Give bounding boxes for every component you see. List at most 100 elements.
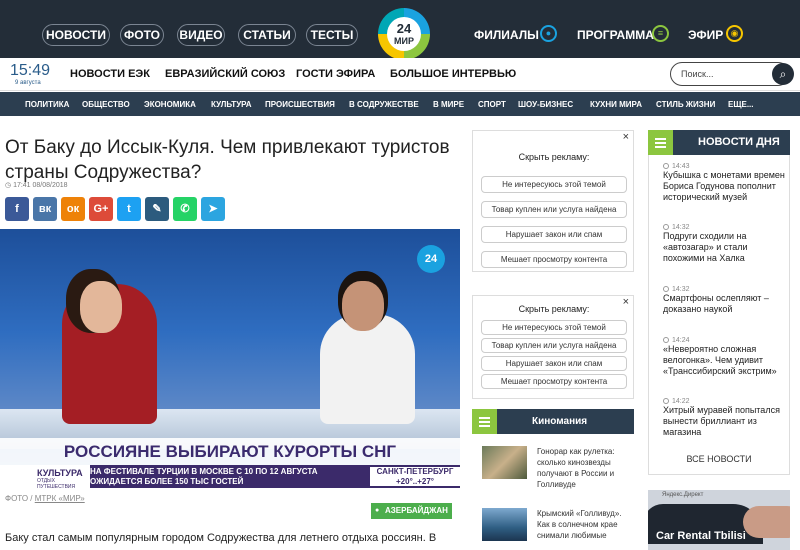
clock-icon (663, 337, 669, 344)
nav-video[interactable]: ВИДЕО (177, 24, 225, 46)
ad-option-not-interested[interactable]: Не интересуюсь этой темой (481, 320, 627, 335)
ad-option-spam[interactable]: Нарушает закон или спам (481, 226, 627, 243)
ad-feedback-panel: × Скрыть рекламу: Не интересуюсь этой те… (472, 130, 634, 272)
kinomania-header[interactable]: Киномания (472, 409, 634, 434)
cat-politics[interactable]: ПОЛИТИКА (25, 100, 69, 109)
cat-incidents[interactable]: ПРОИСШЕСТВИЯ (265, 100, 335, 109)
news-text: Подруги сходили на «автозагар» и стали п… (663, 231, 748, 263)
news-text: Хитрый муравей попытался вынести бриллиа… (663, 405, 780, 437)
nav-eurasian-union[interactable]: ЕВРАЗИЙСКИЙ СОЮЗ (165, 68, 285, 80)
livejournal-icon[interactable]: ✎ (145, 197, 169, 221)
news-item[interactable]: 14:32 Смартфоны ослепляют – доказано наук… (663, 286, 785, 315)
ad-option-not-interested[interactable]: Не интересуюсь этой темой (481, 176, 627, 193)
photo-source-link[interactable]: МТРК «МИР» (35, 494, 85, 503)
odnoklassniki-icon[interactable]: ок (61, 197, 85, 221)
cat-society[interactable]: ОБЩЕСТВО (82, 100, 130, 109)
google-plus-icon[interactable]: G+ (89, 197, 113, 221)
ticker-section: КУЛЬТУРА ОТДЫХ ПУТЕШЕСТВИЯ (0, 465, 90, 488)
logo-number: 24 (396, 21, 412, 36)
news-time: 14:43 (672, 163, 690, 170)
all-news-link[interactable]: ВСЕ НОВОСТИ (648, 454, 790, 464)
country-tag-label: АЗЕРБАЙДЖАН (385, 506, 448, 515)
news-time: 14:32 (672, 224, 690, 231)
channel-logo: 24 (417, 245, 445, 273)
program-link[interactable]: ПРОГРАММА (577, 28, 654, 42)
live-link[interactable]: ЭФИР (688, 28, 723, 42)
location-icon: ● (375, 507, 380, 514)
broadcast-icon: ◉ (726, 25, 743, 42)
news-item[interactable]: 14:22 Хитрый муравей попытался вынести бр… (663, 398, 785, 438)
clock-icon (663, 286, 669, 293)
article-video[interactable]: 24 РОССИЯНЕ ВЫБИРАЮТ КУРОРТЫ СНГ КУЛЬТУР… (0, 229, 460, 488)
location-pin-icon: ● (540, 25, 557, 42)
cat-more[interactable]: ЕЩЕ... (728, 100, 754, 109)
news-item[interactable]: 14:24 «Невероятно сложная велогонка». Чем… (663, 337, 785, 377)
nav-big-interview[interactable]: БОЛЬШОЕ ИНТЕРВЬЮ (390, 68, 516, 80)
ad-feedback-title: Скрыть рекламу: (518, 304, 590, 314)
article-meta: ◷ 17:41 08/08/2018 (5, 181, 68, 189)
presenter-head (80, 281, 122, 333)
news-text: Смартфоны ослепляют – доказано наукой (663, 293, 769, 314)
news-of-day-title: НОВОСТИ ДНЯ (698, 136, 780, 148)
menu-icon (472, 409, 497, 434)
guest-head (342, 281, 384, 331)
ad-option-bought[interactable]: Товар куплен или услуга найдена (481, 201, 627, 218)
news-item[interactable]: 14:32 Подруги сходили на «автозагар» и ст… (663, 224, 785, 264)
cat-economy[interactable]: ЭКОНОМИКА (144, 100, 196, 109)
cat-showbiz[interactable]: ШОУ-БИЗНЕС (518, 100, 573, 109)
mir24-logo[interactable]: 24 МИР (378, 8, 430, 60)
cat-culture[interactable]: КУЛЬТУРА (211, 100, 252, 109)
cat-world[interactable]: В МИРЕ (433, 100, 464, 109)
ad-option-spam[interactable]: Нарушает закон или спам (481, 356, 627, 371)
twitter-icon[interactable]: t (117, 197, 141, 221)
nav-photo[interactable]: ФОТО (120, 24, 164, 46)
whatsapp-icon[interactable]: ✆ (173, 197, 197, 221)
ticker-section-label: КУЛЬТУРА (37, 468, 83, 478)
news-text: «Невероятно сложная велогонка». Чем удив… (663, 344, 777, 376)
cat-lifestyle[interactable]: СТИЛЬ ЖИЗНИ (656, 100, 715, 109)
menu-icon (648, 130, 673, 155)
photo-label: ФОТО (5, 494, 29, 503)
news-time: 14:22 (672, 398, 690, 405)
clock-icon (663, 224, 669, 231)
cat-sport[interactable]: СПОРТ (478, 100, 506, 109)
nav-guests[interactable]: ГОСТИ ЭФИРА (296, 68, 375, 80)
facebook-icon[interactable]: f (5, 197, 29, 221)
clock-icon (663, 163, 669, 170)
ticker-section-sub: ОТДЫХ ПУТЕШЕСТВИЯ (37, 478, 76, 488)
cat-world-cuisine[interactable]: КУХНИ МИРА (590, 100, 642, 109)
branches-link[interactable]: ФИЛИАЛЫ (474, 28, 539, 42)
ad-text: Car Rental Tbilisi (656, 530, 746, 542)
news-item[interactable]: 14:43 Кубышка с монетами времен Бориса Го… (663, 163, 785, 203)
vk-icon[interactable]: вк (33, 197, 57, 221)
ad-feedback-panel-2: × Скрыть рекламу: Не интересуюсь этой те… (472, 295, 634, 399)
search-icon[interactable]: ⌕ (772, 63, 794, 85)
video-ticker: КУЛЬТУРА ОТДЫХ ПУТЕШЕСТВИЯ НА ФЕСТИВАЛЕ Т… (0, 465, 460, 488)
nav-articles[interactable]: СТАТЬИ (238, 24, 296, 46)
video-banner: РОССИЯНЕ ВЫБИРАЮТ КУРОРТЫ СНГ (0, 438, 460, 465)
ad-option-bought[interactable]: Товар куплен или услуга найдена (481, 338, 627, 353)
kinomania-title: Киномания (532, 416, 588, 427)
photo-credit: ФОТО / МТРК «МИР» (5, 494, 85, 503)
telegram-icon[interactable]: ➤ (201, 197, 225, 221)
clock-icon (663, 398, 669, 405)
cat-commonwealth[interactable]: В СОДРУЖЕСТВЕ (349, 100, 419, 109)
clock-icon: ◷ (5, 182, 14, 189)
nav-news[interactable]: НОВОСТИ (42, 24, 110, 46)
close-icon[interactable]: × (623, 131, 629, 143)
country-tag[interactable]: ● АЗЕРБАЙДЖАН (371, 503, 452, 519)
article-time: 17:41 08/08/2018 (13, 182, 68, 189)
nav-tests[interactable]: ТЕСТЫ (306, 24, 358, 46)
ad-option-obstructs[interactable]: Мешает просмотру контента (481, 251, 627, 268)
ad-option-obstructs[interactable]: Мешает просмотру контента (481, 374, 627, 389)
nav-eek-news[interactable]: НОВОСТИ ЕЭК (70, 68, 150, 80)
kino-thumbnail (482, 446, 527, 479)
yandex-ad[interactable]: Яндекс.Директ Car Rental Tbilisi (648, 490, 790, 550)
list-icon: ≡ (652, 25, 669, 42)
ad-hand-image (743, 506, 790, 538)
clock-time: 15:49 (10, 62, 51, 79)
ticker-weather: САНКТ-ПЕТЕРБУРГ +20°..+27° (370, 467, 460, 486)
kino-thumbnail (482, 508, 527, 541)
logo-word: МИР (394, 36, 414, 46)
ticker-text: НА ФЕСТИВАЛЕ ТУРЦИИ В МОСКВЕ С 10 ПО 12 … (90, 467, 318, 486)
